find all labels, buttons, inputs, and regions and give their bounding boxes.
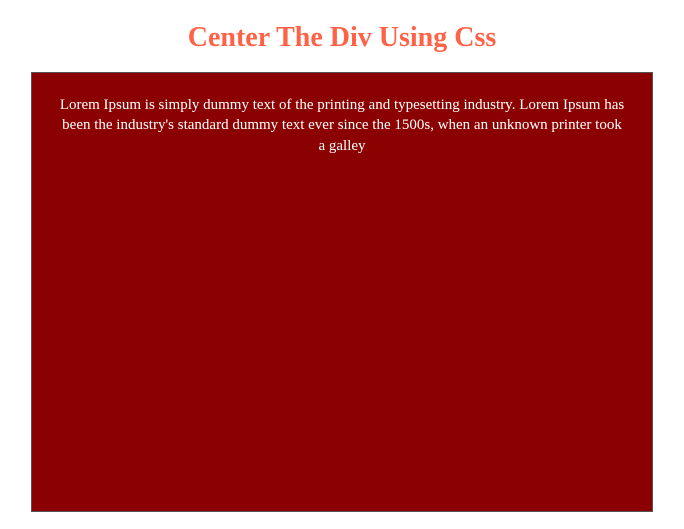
page-title: Center The Div Using Css <box>0 0 684 72</box>
body-text: Lorem Ipsum is simply dummy text of the … <box>58 95 626 156</box>
content-wrap: Lorem Ipsum is simply dummy text of the … <box>0 72 684 512</box>
centered-box: Lorem Ipsum is simply dummy text of the … <box>31 72 653 512</box>
